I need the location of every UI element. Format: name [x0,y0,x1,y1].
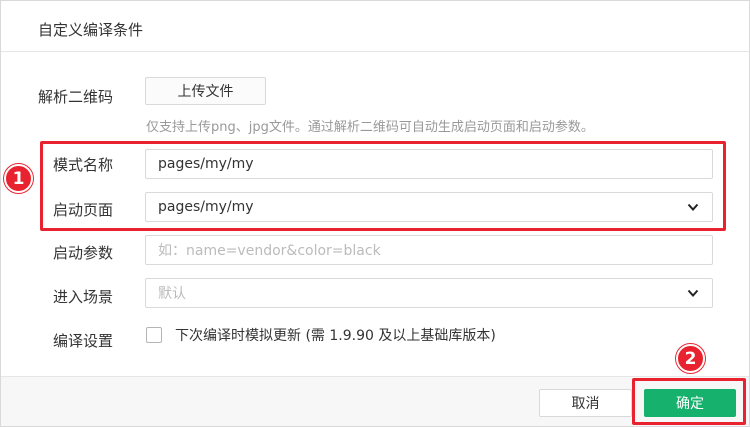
annotation-marker-2: 2 [676,344,705,373]
compile-condition-dialog: 自定义编译条件 解析二维码 上传文件 仅支持上传png、jpg文件。通过解析二维… [0,0,750,427]
upload-file-button[interactable]: 上传文件 [145,77,266,105]
simulate-update-checkbox[interactable] [146,327,162,343]
start-params-placeholder: 如：name=vendor&color=black [158,243,381,259]
chevron-down-icon [687,289,699,297]
title-divider [1,51,749,52]
start-params-input[interactable]: 如：name=vendor&color=black [145,235,713,265]
annotation-marker-1: 1 [4,164,33,193]
compile-settings-label: 编译设置 [53,332,114,350]
scene-placeholder: 默认 [158,286,186,302]
annotation-highlight-box-2 [632,378,746,425]
dialog-title: 自定义编译条件 [38,21,144,39]
qr-label: 解析二维码 [38,88,114,106]
start-params-label: 启动参数 [53,244,114,262]
simulate-update-label[interactable]: 下次编译时模拟更新 (需 1.9.90 及以上基础库版本) [175,325,496,345]
qr-hint: 仅支持上传png、jpg文件。通过解析二维码可自动生成启动页面和启动参数。 [146,120,594,135]
scene-select[interactable]: 默认 [145,278,713,308]
scene-label: 进入场景 [53,288,114,306]
cancel-button[interactable]: 取消 [539,389,632,417]
annotation-highlight-box-1 [40,141,726,231]
